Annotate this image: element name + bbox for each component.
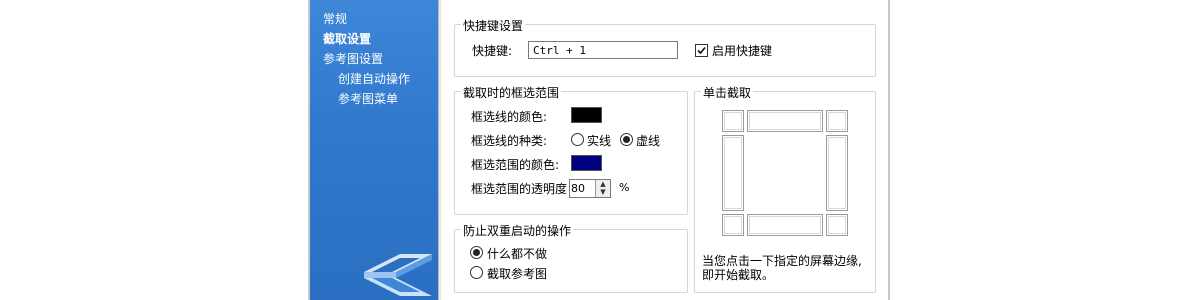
sidebar-item-reference-menu[interactable]: 参考图菜单 bbox=[338, 90, 398, 107]
single-click-group: 单击截取 当您点击一下指定的屏幕边缘, 即开始截取。 bbox=[694, 84, 876, 293]
opacity-spinner-buttons: ▲ ▼ bbox=[595, 180, 610, 197]
line-color-label: 框选线的颜色: bbox=[471, 110, 548, 124]
line-type-solid-radio[interactable] bbox=[571, 133, 584, 146]
arrow-up-icon[interactable]: ▲ bbox=[596, 180, 610, 188]
opacity-label: 框选范围的透明度 bbox=[471, 182, 568, 196]
check-icon bbox=[697, 46, 706, 55]
app-logo bbox=[364, 254, 432, 296]
area-color-swatch[interactable] bbox=[571, 155, 602, 171]
sidebar-item-capture-settings[interactable]: 截取设置 bbox=[323, 30, 371, 47]
opacity-value: 80 bbox=[571, 182, 585, 195]
edge-bottom-right[interactable] bbox=[826, 214, 848, 236]
double-launch-capture-label: 截取参考图 bbox=[487, 267, 548, 281]
hotkey-label: 快捷键: bbox=[472, 44, 513, 58]
sidebar: 常规 截取设置 参考图设置 创建自动操作 参考图菜单 bbox=[310, 0, 438, 300]
sidebar-item-create-auto-action[interactable]: 创建自动操作 bbox=[338, 70, 410, 87]
edge-top-left[interactable] bbox=[722, 110, 744, 132]
edge-bottom[interactable] bbox=[747, 214, 823, 236]
area-color-label: 框选范围的颜色: bbox=[471, 158, 560, 172]
line-type-dashed-radio[interactable] bbox=[620, 133, 633, 146]
edge-left[interactable] bbox=[722, 135, 744, 211]
opacity-spinner[interactable]: 80 ▲ ▼ bbox=[569, 179, 611, 198]
line-type-label: 框选线的种类: bbox=[471, 134, 548, 148]
line-color-swatch[interactable] bbox=[571, 107, 602, 123]
double-launch-group-title: 防止双重启动的操作 bbox=[461, 222, 574, 239]
arrow-down-icon[interactable]: ▼ bbox=[596, 188, 610, 196]
edge-top[interactable] bbox=[747, 110, 823, 132]
double-launch-capture-radio[interactable] bbox=[470, 266, 483, 279]
sidebar-item-reference-settings[interactable]: 参考图设置 bbox=[323, 50, 383, 67]
hotkey-group-title: 快捷键设置 bbox=[461, 17, 526, 34]
edge-bottom-left[interactable] bbox=[722, 214, 744, 236]
window-border-right bbox=[888, 0, 890, 300]
enable-hotkey-checkbox[interactable] bbox=[695, 44, 708, 57]
hotkey-input[interactable] bbox=[528, 41, 678, 59]
edge-top-right[interactable] bbox=[826, 110, 848, 132]
hotkey-group: 快捷键设置 快捷键: 启用快捷键 bbox=[454, 17, 876, 77]
edge-right[interactable] bbox=[826, 135, 848, 211]
single-click-group-title: 单击截取 bbox=[701, 84, 754, 101]
selection-range-group-title: 截取时的框选范围 bbox=[461, 84, 562, 101]
sidebar-item-general[interactable]: 常规 bbox=[323, 10, 347, 27]
enable-hotkey-label: 启用快捷键 bbox=[712, 44, 773, 58]
double-launch-none-radio[interactable] bbox=[470, 246, 483, 259]
line-type-solid-label: 实线 bbox=[587, 134, 612, 148]
single-click-description-line2: 即开始截取。 bbox=[702, 268, 775, 282]
settings-panel: 快捷键设置 快捷键: 启用快捷键 截取时的框选范围 框选线的颜色: 框选线的种类… bbox=[441, 0, 887, 300]
opacity-unit: % bbox=[619, 181, 630, 194]
line-type-dashed-label: 虚线 bbox=[636, 134, 661, 148]
selection-range-group: 截取时的框选范围 框选线的颜色: 框选线的种类: 实线 虚线 框选范围的颜色: … bbox=[454, 84, 688, 215]
double-launch-group: 防止双重启动的操作 什么都不做 截取参考图 bbox=[454, 222, 688, 293]
double-launch-none-label: 什么都不做 bbox=[487, 247, 548, 261]
